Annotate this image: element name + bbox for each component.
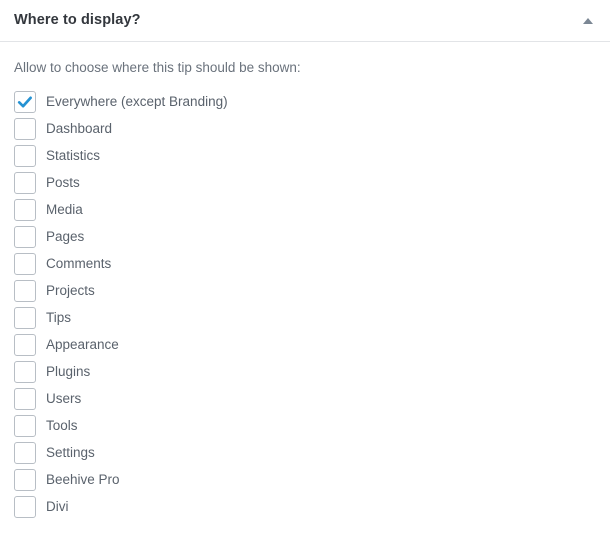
checkbox-input[interactable] [14,117,36,140]
list-item-label: Plugins [46,363,91,379]
list-item[interactable]: Projects [14,277,596,304]
list-item-label: Media [46,201,83,217]
list-item[interactable]: Settings [14,439,596,466]
check-icon [17,96,32,108]
checkbox-input[interactable] [14,144,36,167]
checkbox-input[interactable] [14,252,36,275]
chevron-up-icon[interactable] [576,9,600,33]
list-item[interactable]: Dashboard [14,115,596,142]
list-item[interactable]: Comments [14,250,596,277]
list-item-label: Settings [46,444,95,460]
list-item-label: Statistics [46,147,101,163]
triangle-up-shape [583,17,593,24]
list-item-label: Beehive Pro [46,471,120,487]
checkbox-input[interactable] [14,171,36,194]
list-item[interactable]: Appearance [14,331,596,358]
checkbox-input[interactable] [14,306,36,329]
list-item-label: Everywhere (except Branding) [46,93,228,109]
panel-header: Where to display? [0,0,610,42]
list-item-label: Tips [46,309,72,325]
display-location-checkbox-list: Everywhere (except Branding) Dashboard Sta… [14,88,596,520]
checkbox-input[interactable] [14,333,36,356]
checkbox-input[interactable] [14,360,36,383]
checkbox-input[interactable] [14,279,36,302]
list-item-label: Divi [46,498,69,514]
checkbox-input[interactable] [14,387,36,410]
panel-description: Allow to choose where this tip should be… [14,60,301,75]
list-item[interactable]: Statistics [14,142,596,169]
page-title: Where to display? [14,12,141,29]
list-item-label: Tools [46,417,78,433]
checkbox-input[interactable] [14,441,36,464]
checkbox-input[interactable] [14,468,36,491]
checkbox-input[interactable] [14,414,36,437]
list-item[interactable]: Pages [14,223,596,250]
where-to-display-panel: Where to display? Allow to choose where … [0,0,610,540]
list-item[interactable]: Posts [14,169,596,196]
list-item-label: Posts [46,174,80,190]
checkbox-input[interactable] [14,90,36,113]
panel-body: Allow to choose where this tip should be… [0,42,610,520]
list-item[interactable]: Tools [14,412,596,439]
list-item-label: Pages [46,228,85,244]
list-item[interactable]: Users [14,385,596,412]
list-item[interactable]: Beehive Pro [14,466,596,493]
list-item-label: Projects [46,282,95,298]
list-item-label: Users [46,390,82,406]
list-item[interactable]: Tips [14,304,596,331]
list-item-label: Dashboard [46,120,113,136]
list-item[interactable]: Plugins [14,358,596,385]
list-item[interactable]: Divi [14,493,596,520]
checkbox-input[interactable] [14,225,36,248]
checkbox-input[interactable] [14,198,36,221]
list-item-label: Appearance [46,336,119,352]
list-item-label: Comments [46,255,112,271]
list-item[interactable]: Media [14,196,596,223]
list-item[interactable]: Everywhere (except Branding) [14,88,596,115]
checkbox-input[interactable] [14,495,36,518]
